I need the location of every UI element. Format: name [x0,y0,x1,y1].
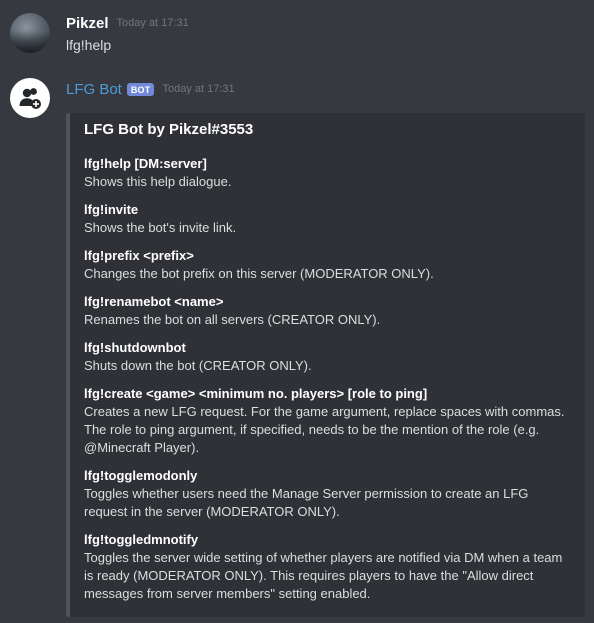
field-value: Shows the bot's invite link. [84,220,237,235]
avatar[interactable] [10,13,50,53]
timestamp: Today at 17:31 [162,83,235,95]
embed-title: LFG Bot by Pikzel#3553 [84,121,254,138]
field-value: Creates a new LFG request. For the game … [84,404,565,455]
field-name: lfg!togglemodonly [84,468,198,483]
add-user-icon [19,88,41,109]
field-value: Changes the bot prefix on this server (M… [84,266,434,281]
field-name: lfg!renamebot <name> [84,294,224,309]
avatar[interactable] [10,78,50,118]
embed: LFG Bot by Pikzel#3553 lfg!help [DM:serv… [66,113,585,617]
field-value: Shuts down the bot (CREATOR ONLY). [84,358,312,373]
embed-field: lfg!help [DM:server] Shows this help dia… [84,155,574,191]
username[interactable]: LFG Bot [66,81,122,98]
message-bot: LFG Bot BOT Today at 17:31 LFG Bot by Pi… [0,74,594,619]
message-content: lfg!help [66,37,112,53]
field-name: lfg!toggledmnotify [84,532,199,547]
embed-field: lfg!create <game> <minimum no. players> … [84,385,574,457]
field-value: Renames the bot on all servers (CREATOR … [84,312,381,327]
username[interactable]: Pikzel [66,15,109,32]
field-name: lfg!prefix <prefix> [84,248,194,263]
message-user: Pikzel Today at 17:31 lfg!help [0,8,594,68]
bot-badge: BOT [126,82,155,96]
timestamp: Today at 17:31 [116,17,189,29]
embed-field: lfg!invite Shows the bot's invite link. [84,201,574,237]
embed-field: lfg!prefix <prefix> Changes the bot pref… [84,247,574,283]
embed-field: lfg!togglemodonly Toggles whether users … [84,467,574,521]
field-name: lfg!invite [84,202,139,217]
field-value: Toggles the server wide setting of wheth… [84,550,563,601]
field-name: lfg!create <game> <minimum no. players> … [84,386,428,401]
embed-field: lfg!renamebot <name> Renames the bot on … [84,293,574,329]
field-value: Toggles whether users need the Manage Se… [84,486,529,519]
embed-field: lfg!shutdownbot Shuts down the bot (CREA… [84,339,574,375]
field-name: lfg!shutdownbot [84,340,186,355]
chat-page: Pikzel Today at 17:31 lfg!help LFG Bot B… [0,0,594,623]
field-value: Shows this help dialogue. [84,174,232,189]
embed-field: lfg!toggledmnotify Toggles the server wi… [84,531,574,603]
message-header: Pikzel Today at 17:31 [66,13,189,33]
field-name: lfg!help [DM:server] [84,156,207,171]
message-header: LFG Bot BOT Today at 17:31 [66,79,235,99]
